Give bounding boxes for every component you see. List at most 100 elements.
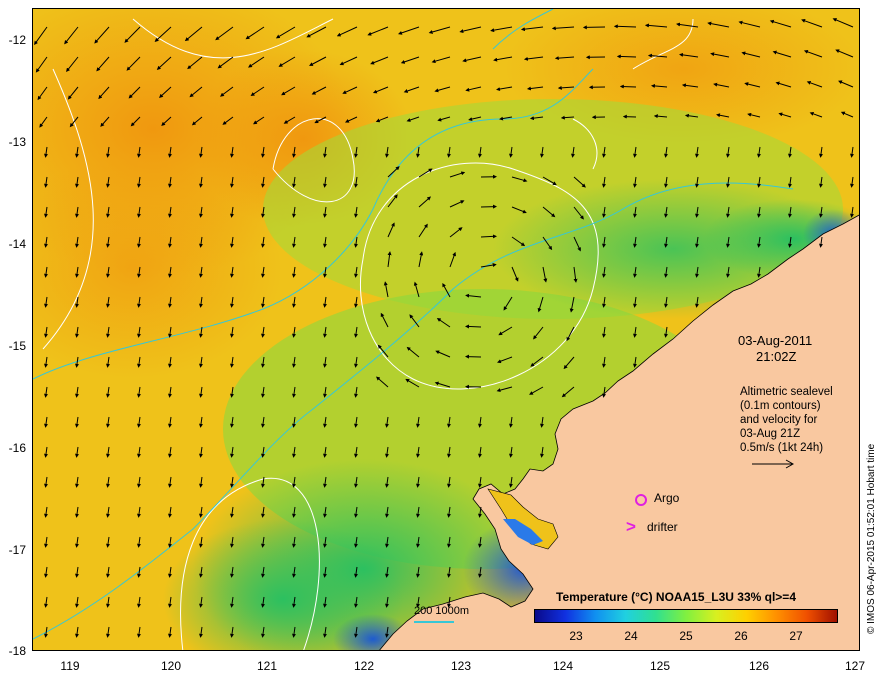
velocity-arrow — [230, 596, 234, 608]
map-area[interactable] — [32, 8, 860, 651]
velocity-arrow — [44, 266, 48, 278]
velocity-arrow — [726, 236, 730, 248]
velocity-arrow — [372, 86, 389, 94]
velocity-arrow — [191, 116, 203, 126]
velocity-arrow — [75, 446, 79, 458]
velocity-arrow — [695, 176, 699, 188]
velocity-arrow — [106, 146, 110, 158]
velocity-arrow — [447, 566, 451, 578]
velocity-arrow — [573, 266, 578, 283]
velocity-arrow — [478, 506, 482, 518]
velocity-arrow — [156, 56, 172, 70]
velocity-arrow — [354, 566, 358, 578]
velocity-arrow — [44, 506, 48, 518]
velocity-arrow — [416, 446, 420, 458]
velocity-arrow — [710, 52, 730, 58]
velocity-arrow — [261, 446, 265, 458]
velocity-arrow — [168, 506, 172, 518]
velocity-vectors — [34, 18, 854, 638]
velocity-arrow — [106, 446, 110, 458]
velocity-arrow — [707, 21, 730, 28]
velocity-arrow — [557, 85, 575, 90]
velocity-arrow — [803, 49, 823, 58]
velocity-arrow — [387, 194, 398, 208]
velocity-arrow — [511, 236, 526, 247]
velocity-arrow — [647, 53, 668, 58]
velocity-arrow — [339, 56, 358, 66]
velocity-arrow — [199, 476, 203, 488]
velocity-arrow — [540, 416, 544, 428]
velocity-arrow — [809, 111, 823, 118]
velocity-arrow — [602, 236, 606, 248]
velocity-arrow — [199, 176, 203, 188]
velocity-arrow — [465, 86, 482, 92]
velocity-arrow — [75, 146, 79, 158]
velocity-arrow — [199, 296, 203, 308]
velocity-arrow — [449, 251, 456, 268]
velocity-arrow — [503, 296, 513, 311]
velocity-arrow — [741, 51, 761, 58]
velocity-arrow — [261, 176, 265, 188]
velocity-arrow — [137, 236, 141, 248]
velocity-arrow — [542, 266, 548, 283]
velocity-arrow — [44, 236, 48, 248]
velocity-arrow — [199, 536, 203, 548]
velocity-arrow — [199, 206, 203, 218]
velocity-arrow — [323, 386, 327, 398]
velocity-arrow — [230, 266, 234, 278]
velocity-arrow — [292, 176, 296, 188]
velocity-arrow — [380, 312, 389, 328]
velocity-arrow — [106, 266, 110, 278]
velocity-arrow — [137, 386, 141, 398]
velocity-arrow — [323, 506, 327, 518]
velocity-arrow — [644, 23, 668, 28]
velocity-arrow — [283, 116, 296, 124]
velocity-arrow — [44, 626, 48, 638]
velocity-arrow — [124, 26, 141, 43]
velocity-arrow — [664, 266, 668, 278]
velocity-arrow — [676, 22, 699, 28]
velocity-arrow — [385, 146, 389, 158]
info-line: 03-Aug 21Z — [740, 428, 801, 440]
info-line: (0.1m contours) — [740, 400, 821, 412]
velocity-arrow — [44, 176, 48, 188]
velocity-arrow — [664, 206, 668, 218]
velocity-arrow — [230, 416, 234, 428]
velocity-arrow — [447, 416, 451, 428]
velocity-arrow — [106, 536, 110, 548]
velocity-arrow — [354, 506, 358, 518]
velocity-arrow — [292, 386, 296, 398]
velocity-arrow — [292, 326, 296, 338]
x-tick-label: 125 — [649, 659, 671, 673]
velocity-arrow — [292, 206, 296, 218]
velocity-arrow — [168, 266, 172, 278]
velocity-arrow — [75, 176, 79, 188]
velocity-arrow — [230, 446, 234, 458]
velocity-arrow — [529, 116, 544, 121]
velocity-arrow — [819, 236, 823, 248]
velocity-arrow — [757, 206, 761, 218]
velocity-arrow — [34, 26, 48, 46]
velocity-arrow — [650, 83, 668, 88]
velocity-arrow — [406, 116, 420, 122]
velocity-arrow — [323, 296, 327, 308]
velocity-arrow — [664, 296, 668, 308]
velocity-arrow — [184, 26, 203, 42]
velocity-arrow — [137, 506, 141, 518]
velocity-arrow — [323, 206, 327, 218]
velocity-arrow — [757, 266, 761, 278]
velocity-arrow — [664, 146, 668, 158]
velocity-arrow — [375, 116, 389, 123]
velocity-arrow — [323, 356, 327, 368]
velocity-arrow — [98, 86, 110, 100]
velocity-arrow — [434, 86, 451, 93]
velocity-arrow — [462, 56, 482, 63]
velocity-arrow — [416, 476, 420, 488]
velocity-arrow — [468, 116, 482, 122]
velocity-arrow — [695, 236, 699, 248]
velocity-arrow — [106, 386, 110, 398]
velocity-arrow — [819, 206, 823, 218]
velocity-arrow — [230, 206, 234, 218]
velocity-arrow — [137, 206, 141, 218]
velocity-arrow — [354, 146, 358, 158]
